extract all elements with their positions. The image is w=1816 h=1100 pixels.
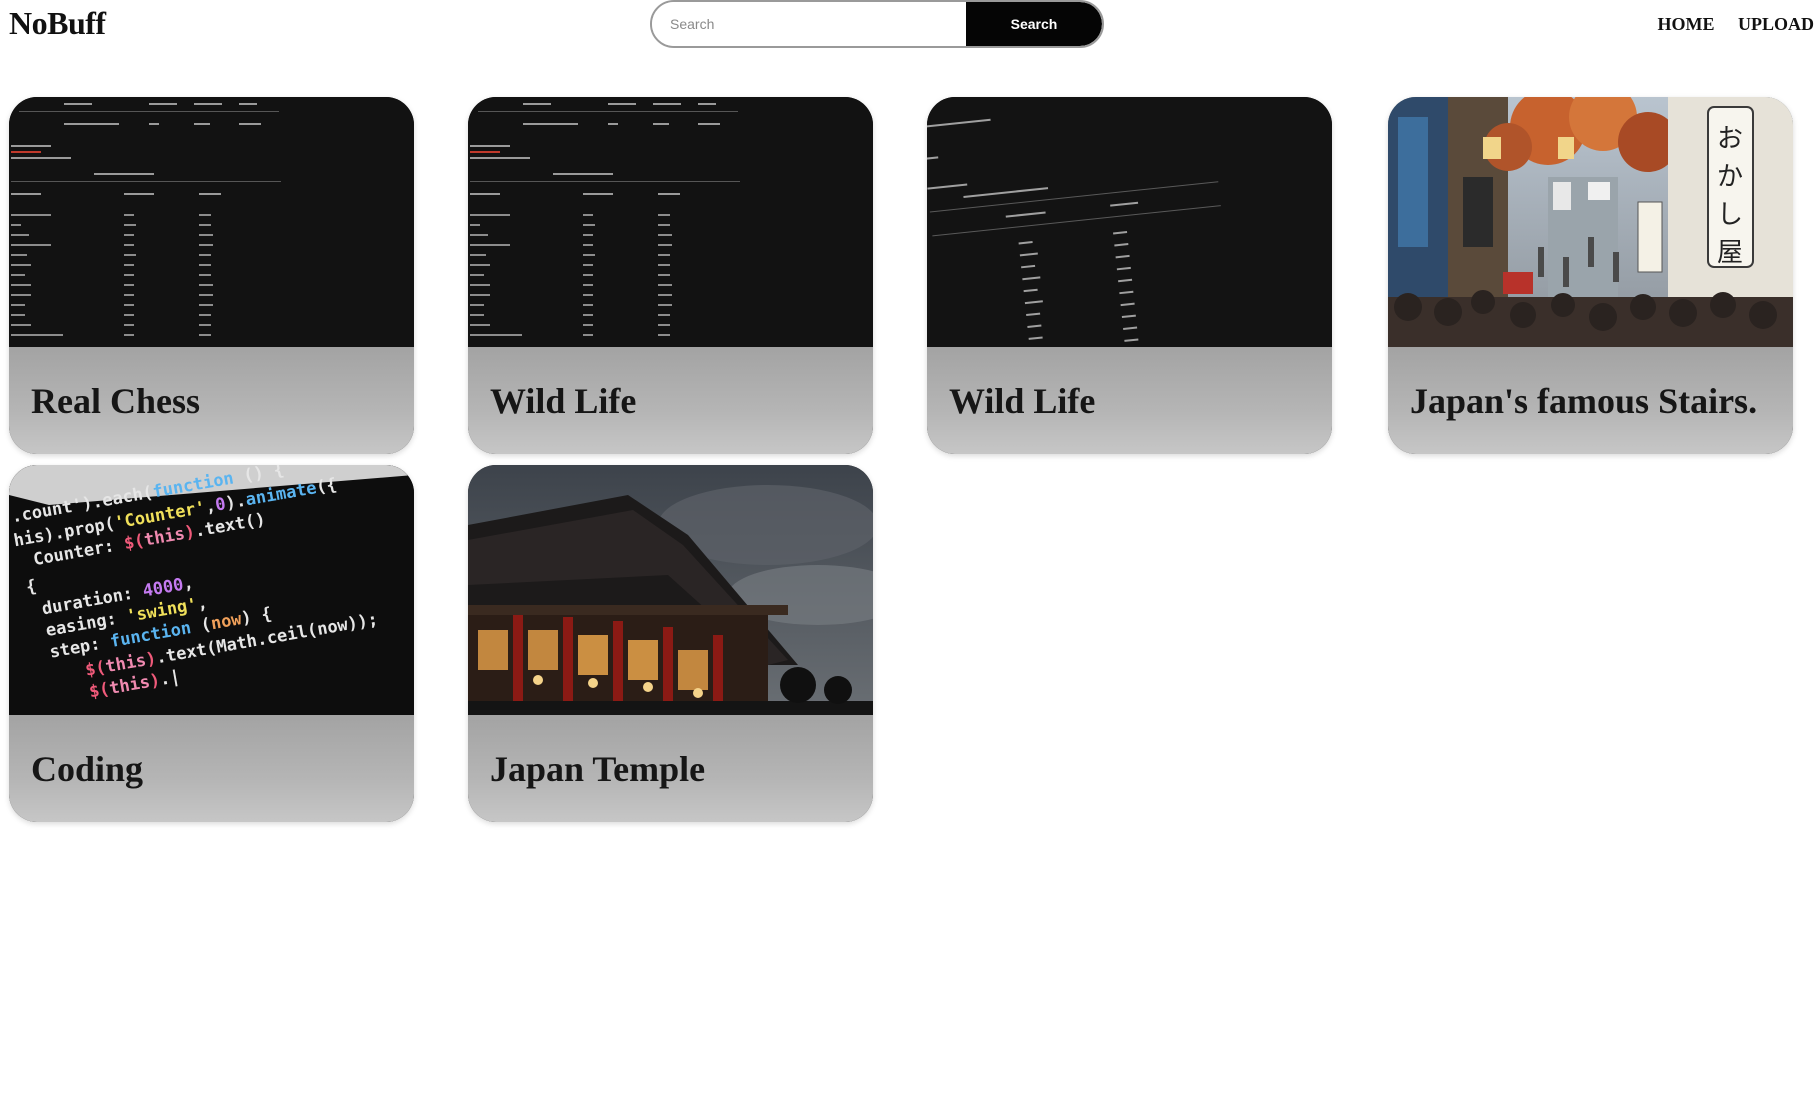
card-image-japan-temple <box>468 465 873 715</box>
card-caption: Real Chess <box>9 347 414 454</box>
card-title[interactable]: Japan Temple <box>490 748 705 790</box>
card-title[interactable]: Real Chess <box>31 380 200 422</box>
svg-text:か: か <box>1717 162 1743 192</box>
post-card[interactable]: Real Chess <box>9 97 414 454</box>
card-image-terminal <box>9 97 414 347</box>
svg-text:し: し <box>1717 200 1743 230</box>
nav-upload-link[interactable]: UPLOAD <box>1738 14 1814 34</box>
card-image-terminal <box>468 97 873 347</box>
post-card[interactable]: .count').each(function () { his).prop('C… <box>9 465 414 822</box>
main-nav: HOME UPLOAD <box>1639 14 1815 35</box>
post-card[interactable]: Wild Life <box>927 97 1332 454</box>
card-title[interactable]: Coding <box>31 748 143 790</box>
post-card[interactable]: Wild Life <box>468 97 873 454</box>
card-caption: Wild Life <box>468 347 873 454</box>
card-title[interactable]: Japan's famous Stairs. <box>1410 380 1757 422</box>
post-card[interactable]: お か し 屋 Japan's famous Stairs. <box>1388 97 1793 454</box>
card-title[interactable]: Wild Life <box>490 380 636 422</box>
card-caption: Japan's famous Stairs. <box>1388 347 1793 454</box>
card-caption: Wild Life <box>927 347 1332 454</box>
site-logo[interactable]: NoBuff <box>9 5 106 42</box>
card-caption: Coding <box>9 715 414 822</box>
card-caption: Japan Temple <box>468 715 873 822</box>
search-input[interactable] <box>652 2 970 46</box>
card-image-japan-street: お か し 屋 <box>1388 97 1793 347</box>
search-button[interactable]: Search <box>966 2 1102 46</box>
search-form: Search <box>650 0 1104 48</box>
card-image-code: .count').each(function () { his).prop('C… <box>9 465 414 715</box>
card-title[interactable]: Wild Life <box>949 380 1095 422</box>
nav-home-link[interactable]: HOME <box>1658 14 1715 34</box>
svg-text:屋: 屋 <box>1717 238 1743 268</box>
post-card[interactable]: Japan Temple <box>468 465 873 822</box>
svg-text:お: お <box>1717 124 1743 154</box>
site-header: NoBuff Search HOME UPLOAD <box>0 0 1816 60</box>
card-image-terminal-angled <box>927 97 1332 347</box>
